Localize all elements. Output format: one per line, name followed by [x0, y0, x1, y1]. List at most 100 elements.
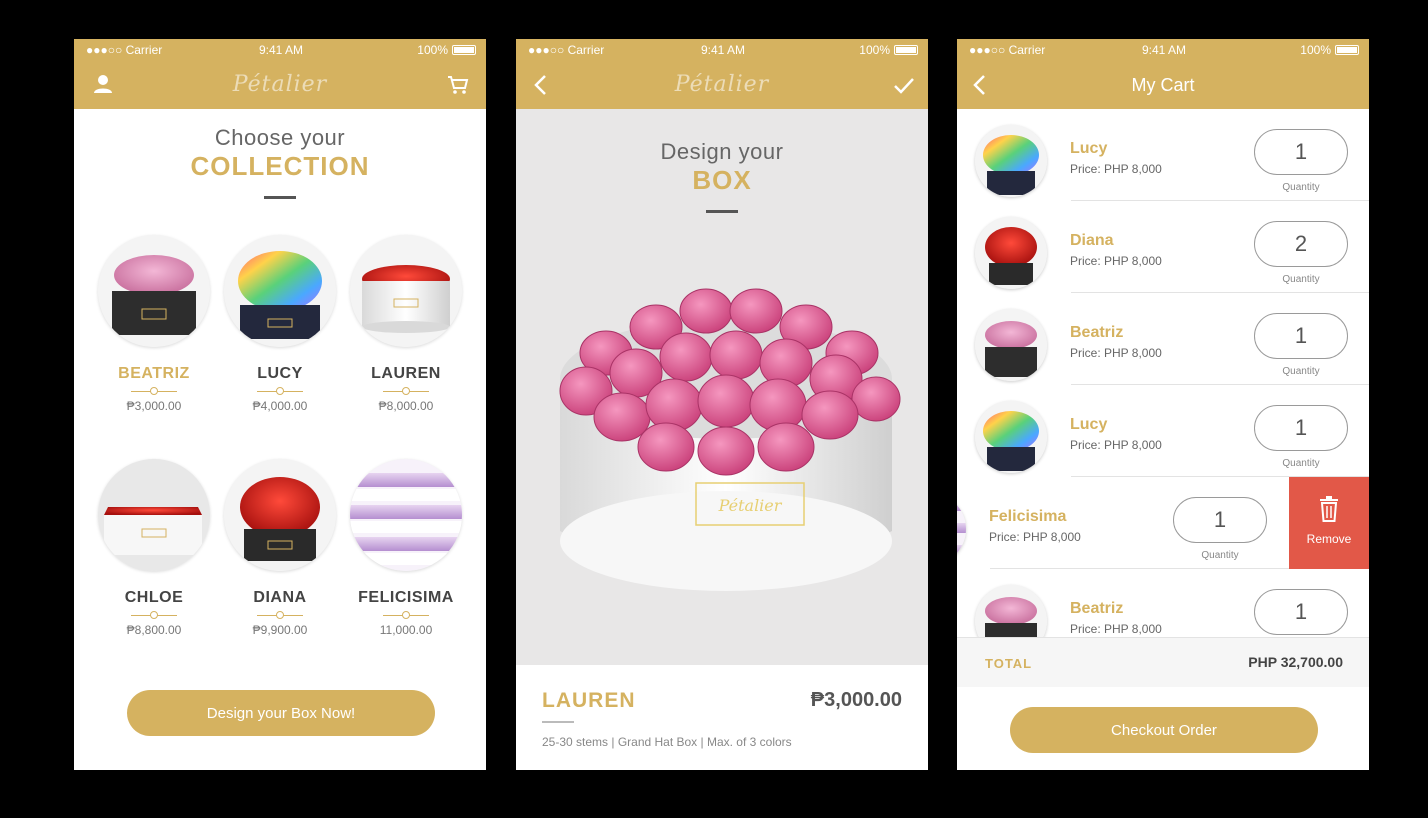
battery-icon: [1335, 45, 1359, 55]
quantity-field[interactable]: 1: [1254, 313, 1348, 359]
app-header: ●●●○○ Carrier 9:41 AM 100% My Cart: [957, 39, 1369, 109]
battery-percent: 100%: [417, 43, 448, 57]
product-info-panel: LAUREN ₱3,000.00 25-30 stems | Grand Hat…: [516, 665, 928, 770]
box-logo: Pétalier: [718, 496, 783, 515]
cart-list: Lucy Price: PHP 8,000 1 Quantity Diana P…: [957, 109, 1369, 637]
rose-price: ₱9,900.00: [252, 623, 308, 637]
box-preview[interactable]: Pétalier: [546, 261, 906, 601]
cart-item[interactable]: Lucy Price: PHP 8,000 1 Quantity: [957, 109, 1369, 201]
product-details: 25-30 stems | Grand Hat Box | Max. of 3 …: [542, 735, 792, 749]
total-value: PHP 32,700.00: [1248, 654, 1343, 670]
rose-card-lucy[interactable]: LUCY ₱4,000.00: [218, 235, 342, 413]
cart-item[interactable]: Beatriz Price: PHP 8,000 1 Quantity: [957, 293, 1369, 385]
rose-divider: [131, 611, 177, 619]
rose-price: 11,000.00: [379, 623, 433, 637]
cart-icon[interactable]: [446, 73, 470, 97]
rose-divider: [131, 387, 177, 395]
cart-item-image: [957, 493, 966, 565]
cart-item-image: [975, 125, 1047, 197]
remove-label: Remove: [1306, 532, 1352, 546]
rose-image: [224, 459, 336, 571]
rose-name: BEATRIZ: [118, 365, 190, 382]
rose-image: [350, 459, 462, 571]
remove-button[interactable]: Remove: [1289, 477, 1369, 569]
heading-line-1: Choose your: [214, 125, 346, 150]
quantity-label: Quantity: [1282, 274, 1320, 285]
rose-price: ₱8,800.00: [126, 623, 182, 637]
battery-percent: 100%: [1300, 43, 1331, 57]
battery-icon: [894, 45, 918, 55]
rose-card-felicisima[interactable]: FELICISIMA 11,000.00: [344, 459, 468, 637]
cart-item-name: Lucy: [1070, 140, 1108, 157]
cart-item-name: Beatriz: [1070, 324, 1124, 341]
cart-item-swiped[interactable]: Felicisima Price: PHP 8,000 1 Quantity R…: [957, 477, 1369, 569]
checkout-button[interactable]: Checkout Order: [1010, 707, 1318, 753]
quantity-field[interactable]: 2: [1254, 221, 1348, 267]
rose-divider: [383, 611, 429, 619]
battery-percent: 100%: [859, 43, 890, 57]
rose-name: CHLOE: [124, 589, 184, 606]
quantity-field[interactable]: 1: [1173, 497, 1267, 543]
quantity-field[interactable]: 1: [1254, 405, 1348, 451]
rose-image: [98, 459, 210, 571]
cart-item-image: [975, 585, 1047, 637]
rose-image: [98, 235, 210, 347]
total-bar: TOTAL PHP 32,700.00: [957, 637, 1369, 687]
cart-item[interactable]: Beatriz Price: PHP 8,000 1: [957, 569, 1369, 637]
cart-item-image: [975, 309, 1047, 381]
rose-name: LAUREN: [371, 365, 441, 382]
cart-item-price: Price: PHP 8,000: [989, 530, 1081, 544]
cart-item-price: Price: PHP 8,000: [1070, 438, 1162, 452]
page-title: My Cart: [1131, 75, 1195, 95]
quantity-label: Quantity: [1282, 458, 1320, 469]
swipe-content: Felicisima Price: PHP 8,000 1 Quantity: [957, 477, 1288, 569]
rose-divider: [257, 387, 303, 395]
cart-item-price: Price: PHP 8,000: [1070, 622, 1162, 636]
quantity-field[interactable]: 1: [1254, 589, 1348, 635]
design-heading: Design your BOX: [516, 139, 928, 213]
app-header: ●●●○○ Carrier 9:41 AM 100% Pétalier: [516, 39, 928, 109]
checkmark-icon[interactable]: [892, 73, 916, 97]
cart-item-image: [975, 217, 1047, 289]
rose-price: ₱8,000.00: [378, 399, 434, 413]
cart-item-name: Diana: [1070, 232, 1114, 249]
cart-item-image: [975, 401, 1047, 473]
rose-name: DIANA: [253, 589, 307, 606]
cart-item-price: Price: PHP 8,000: [1070, 346, 1162, 360]
rose-card-beatriz[interactable]: BEATRIZ ₱3,000.00: [92, 235, 216, 413]
rose-card-lauren[interactable]: LAUREN ₱8,000.00: [344, 235, 468, 413]
rose-image: [224, 235, 336, 347]
cart-item-price: Price: PHP 8,000: [1070, 162, 1162, 176]
cart-item[interactable]: Lucy Price: PHP 8,000 1 Quantity: [957, 385, 1369, 477]
rose-card-diana[interactable]: DIANA ₱9,900.00: [218, 459, 342, 637]
rose-divider: [383, 387, 429, 395]
quantity-label: Quantity: [1282, 182, 1320, 193]
cart-item-name: Felicisima: [989, 508, 1067, 525]
trash-icon: [1289, 477, 1369, 526]
app-header: ●●●○○ Carrier 9:41 AM 100% Pétalier: [74, 39, 486, 109]
status-bar: ●●●○○ Carrier 9:41 AM 100%: [969, 43, 1359, 57]
rose-price: ₱3,000.00: [126, 399, 182, 413]
heading-divider: [706, 210, 738, 213]
quantity-label: Quantity: [1282, 366, 1320, 377]
status-bar: ●●●○○ Carrier 9:41 AM 100%: [528, 43, 918, 57]
status-bar: ●●●○○ Carrier 9:41 AM 100%: [86, 43, 476, 57]
quantity-field[interactable]: 1: [1254, 129, 1348, 175]
collection-screen: ●●●○○ Carrier 9:41 AM 100% Pétalier Choo…: [74, 39, 486, 770]
rose-name: FELICISIMA: [358, 589, 454, 606]
brand-logo: Pétalier: [232, 72, 328, 97]
cart-screen: ●●●○○ Carrier 9:41 AM 100% My Cart Lucy …: [957, 39, 1369, 770]
rose-image: [350, 235, 462, 347]
heading-line-2: COLLECTION: [190, 151, 370, 181]
cart-item[interactable]: Diana Price: PHP 8,000 2 Quantity: [957, 201, 1369, 293]
design-box-screen: ●●●○○ Carrier 9:41 AM 100% Pétalier Desi…: [516, 39, 928, 770]
product-name: LAUREN: [542, 689, 636, 712]
cart-item-name: Beatriz: [1070, 600, 1124, 617]
rose-price: ₱4,000.00: [252, 399, 308, 413]
battery-icon: [452, 45, 476, 55]
design-box-button[interactable]: Design your Box Now!: [127, 690, 435, 736]
rose-card-chloe[interactable]: CHLOE ₱8,800.00: [92, 459, 216, 637]
brand-logo: Pétalier: [674, 72, 770, 97]
heading-divider: [264, 196, 296, 199]
cart-item-price: Price: PHP 8,000: [1070, 254, 1162, 268]
